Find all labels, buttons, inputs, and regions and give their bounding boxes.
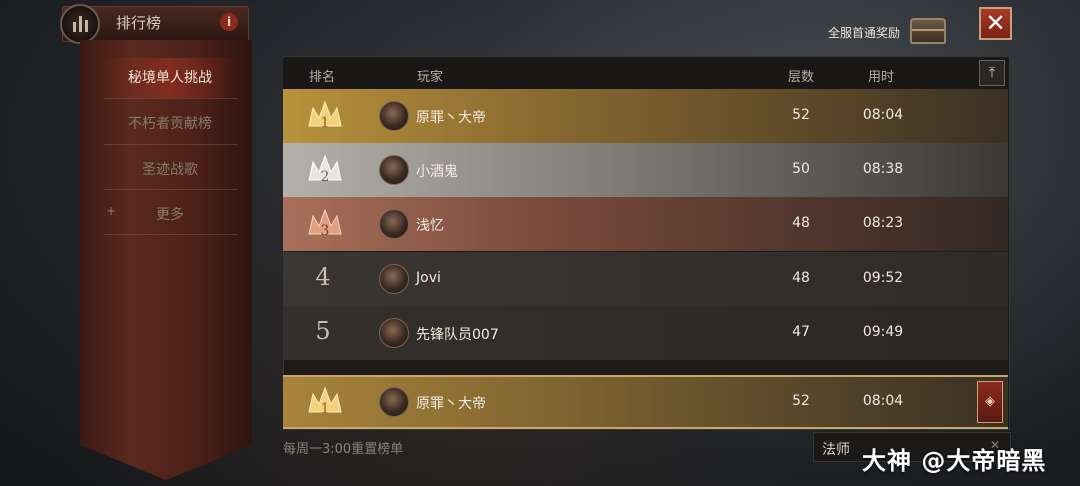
sidebar-item-rift-solo[interactable]: 秘境单人挑战 — [104, 67, 236, 87]
treasure-chest-icon[interactable] — [910, 18, 946, 44]
gold-crown-medal-icon: 1 — [308, 100, 342, 131]
player-name: 浅忆 — [416, 218, 444, 234]
silver-crown-medal-icon: 2 — [308, 154, 342, 185]
rank-number: 5 — [315, 317, 331, 345]
rank-number: 2 — [321, 169, 330, 185]
player-name: 原罪丶大帝 — [416, 396, 486, 412]
level-value: 47 — [792, 324, 810, 340]
scroll-top-button[interactable]: ⤒ — [979, 60, 1005, 86]
rank-number: 3 — [321, 223, 330, 239]
close-button[interactable]: ✕ — [979, 7, 1012, 40]
table-row[interactable]: 2 小酒鬼 50 08:38 — [283, 143, 1008, 197]
player-name: 先锋队员007 — [416, 327, 499, 343]
table-row[interactable]: 4 Jovi 48 09:52 — [283, 252, 1008, 306]
gold-crown-medal-icon: 1 — [308, 386, 342, 417]
player-name: Jovi — [416, 270, 441, 286]
time-value: 09:52 — [862, 270, 904, 286]
avatar — [379, 155, 409, 185]
divider — [104, 144, 238, 145]
level-value: 52 — [792, 393, 810, 409]
time-value: 09:49 — [862, 324, 904, 340]
class-filter-value: 法师 — [822, 442, 850, 458]
avatar — [379, 101, 409, 131]
my-rank-row[interactable]: 1 原罪丶大帝 52 08:04 ◈ — [283, 375, 1008, 429]
bronze-crown-medal-icon: 3 — [308, 208, 342, 239]
sidebar-item-more[interactable]: 更多 — [104, 204, 236, 224]
rank-number: 4 — [315, 263, 331, 291]
avatar — [379, 209, 409, 239]
level-value: 50 — [792, 161, 810, 177]
level-value: 52 — [792, 107, 810, 123]
page-title: 排行榜 — [116, 14, 162, 32]
column-header-level: 层数 — [788, 70, 815, 85]
table-row[interactable]: 3 浅忆 48 08:23 — [283, 197, 1008, 251]
player-name: 小酒鬼 — [416, 164, 458, 180]
locate-me-button[interactable]: ◈ — [977, 381, 1003, 423]
table-row[interactable]: 1 原罪丶大帝 52 08:04 — [283, 89, 1008, 143]
avatar — [379, 387, 409, 417]
player-name: 原罪丶大帝 — [416, 110, 486, 126]
column-header-time: 用时 — [868, 70, 895, 85]
first-clear-reward-label[interactable]: 全服首通奖励 — [828, 24, 900, 41]
time-value: 08:38 — [862, 161, 904, 177]
divider — [104, 234, 238, 235]
sidebar-item-immortal-contribution[interactable]: 不朽者贡献榜 — [104, 113, 236, 133]
rank-number: 1 — [321, 115, 330, 131]
avatar — [379, 264, 409, 294]
rank-number: 1 — [321, 401, 330, 417]
sidebar-item-battleground[interactable]: 圣迹战歌 — [104, 159, 236, 179]
column-header-player: 玩家 — [417, 70, 444, 85]
time-value: 08:23 — [862, 215, 904, 231]
time-value: 08:04 — [862, 107, 904, 123]
watermark: 大神 @大帝暗黑 — [862, 447, 1047, 475]
divider — [104, 98, 238, 99]
column-header-rank: 排名 — [309, 70, 336, 85]
level-value: 48 — [792, 215, 810, 231]
sidebar-banner — [80, 40, 252, 480]
table-row[interactable]: 5 先锋队员007 47 09:49 — [283, 306, 1008, 360]
info-icon[interactable]: i — [220, 13, 238, 31]
level-value: 48 — [792, 270, 810, 286]
reset-note: 每周一3:00重置榜单 — [283, 442, 404, 457]
avatar — [379, 318, 409, 348]
table-header — [283, 58, 1008, 90]
divider — [104, 189, 238, 190]
time-value: 08:04 — [862, 393, 904, 409]
leaderboard-icon — [60, 4, 100, 44]
